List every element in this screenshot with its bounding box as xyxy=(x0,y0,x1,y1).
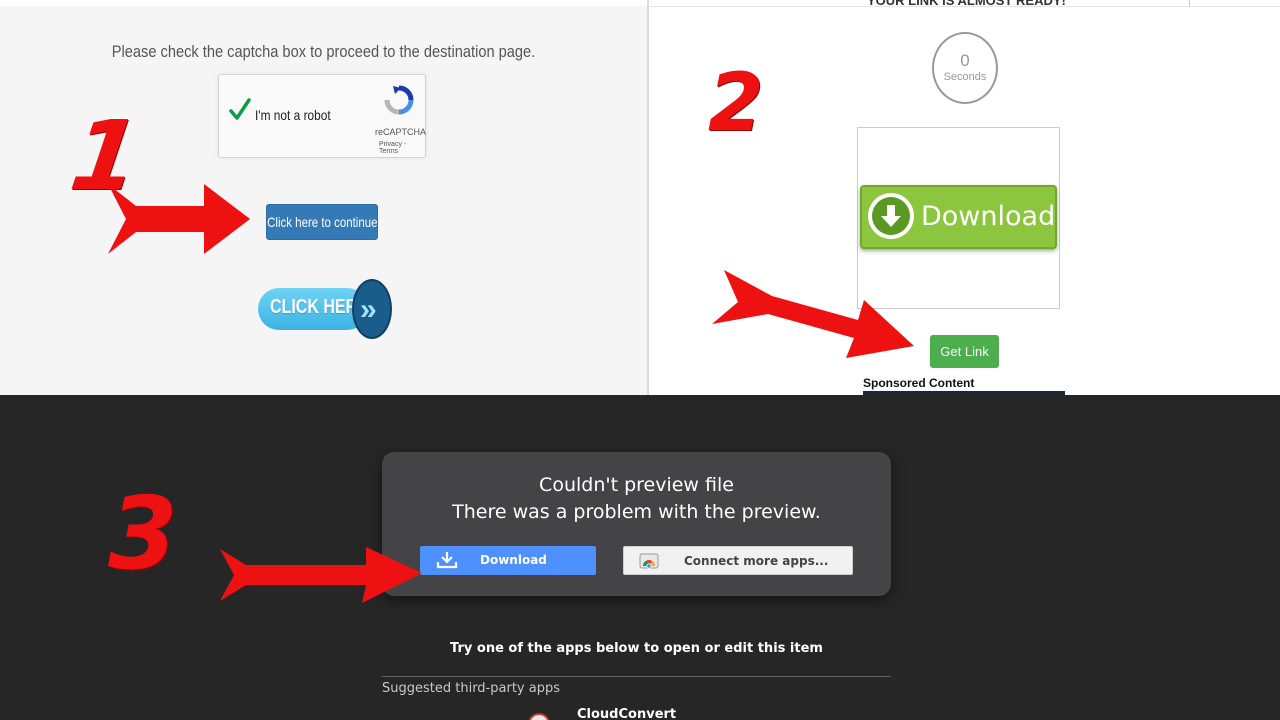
get-link-button[interactable]: Get Link xyxy=(930,335,999,368)
preview-error-title: Couldn't preview file xyxy=(539,474,734,496)
timer-unit: Seconds xyxy=(943,71,987,83)
click-here-chevron: » xyxy=(360,293,377,326)
continue-button[interactable]: Click here to continue xyxy=(266,204,378,240)
step-number-2: 2 xyxy=(708,56,764,149)
step-number-3: 3 xyxy=(108,475,178,592)
checkmark-icon[interactable] xyxy=(229,97,251,123)
drive-download-label: Download xyxy=(480,553,547,567)
header-divider xyxy=(649,6,1280,7)
red-arrow-icon xyxy=(220,547,422,603)
chevron-double-right-icon: » xyxy=(352,279,392,339)
cloudconvert-icon[interactable] xyxy=(528,713,550,720)
click-here-button[interactable]: CLICK HERE » xyxy=(258,279,392,339)
apps-divider xyxy=(382,676,891,677)
download-banner-label: Download xyxy=(921,201,1056,232)
chrome-webstore-icon xyxy=(639,553,659,569)
cloudconvert-app-name[interactable]: CloudConvert xyxy=(577,707,676,720)
drive-download-button[interactable]: Download xyxy=(420,546,596,575)
captcha-label: I'm not a robot xyxy=(255,107,331,123)
suggested-apps-heading: Suggested third-party apps xyxy=(382,681,560,696)
preview-error-subtitle: There was a problem with the preview. xyxy=(452,501,821,523)
continue-button-label: Click here to continue xyxy=(266,214,378,230)
connect-apps-label: Connect more apps... xyxy=(684,554,829,568)
header-tick xyxy=(1189,0,1190,6)
recaptcha-terms[interactable]: Privacy - Terms xyxy=(379,141,425,155)
sponsored-content-heading: Sponsored Content xyxy=(863,376,975,390)
connect-apps-button[interactable]: Connect more apps... xyxy=(623,546,853,575)
download-ad-banner[interactable]: Download xyxy=(860,185,1057,249)
preview-error-dialog: Couldn't preview file There was a proble… xyxy=(382,452,891,596)
drive-preview-panel: Couldn't preview file There was a proble… xyxy=(0,395,1280,720)
get-link-label: Get Link xyxy=(940,344,989,359)
recaptcha-widget[interactable]: I'm not a robot reCAPTCHA Privacy - Term… xyxy=(218,74,426,158)
recaptcha-brand: reCAPTCHA xyxy=(375,127,427,137)
timer-value: 0 xyxy=(960,51,970,70)
tutorial-collage: Please check the captcha box to proceed … xyxy=(0,0,1280,720)
try-apps-text: Try one of the apps below to open or edi… xyxy=(450,641,823,656)
drive-download-icon xyxy=(436,552,458,569)
countdown-timer: 0 Seconds xyxy=(932,32,998,104)
recaptcha-logo-icon xyxy=(384,85,414,115)
captcha-notice: Please check the captcha box to proceed … xyxy=(111,42,536,61)
download-arrow-icon xyxy=(868,193,914,239)
red-arrow-icon xyxy=(712,270,914,358)
red-arrow-icon xyxy=(108,184,250,254)
